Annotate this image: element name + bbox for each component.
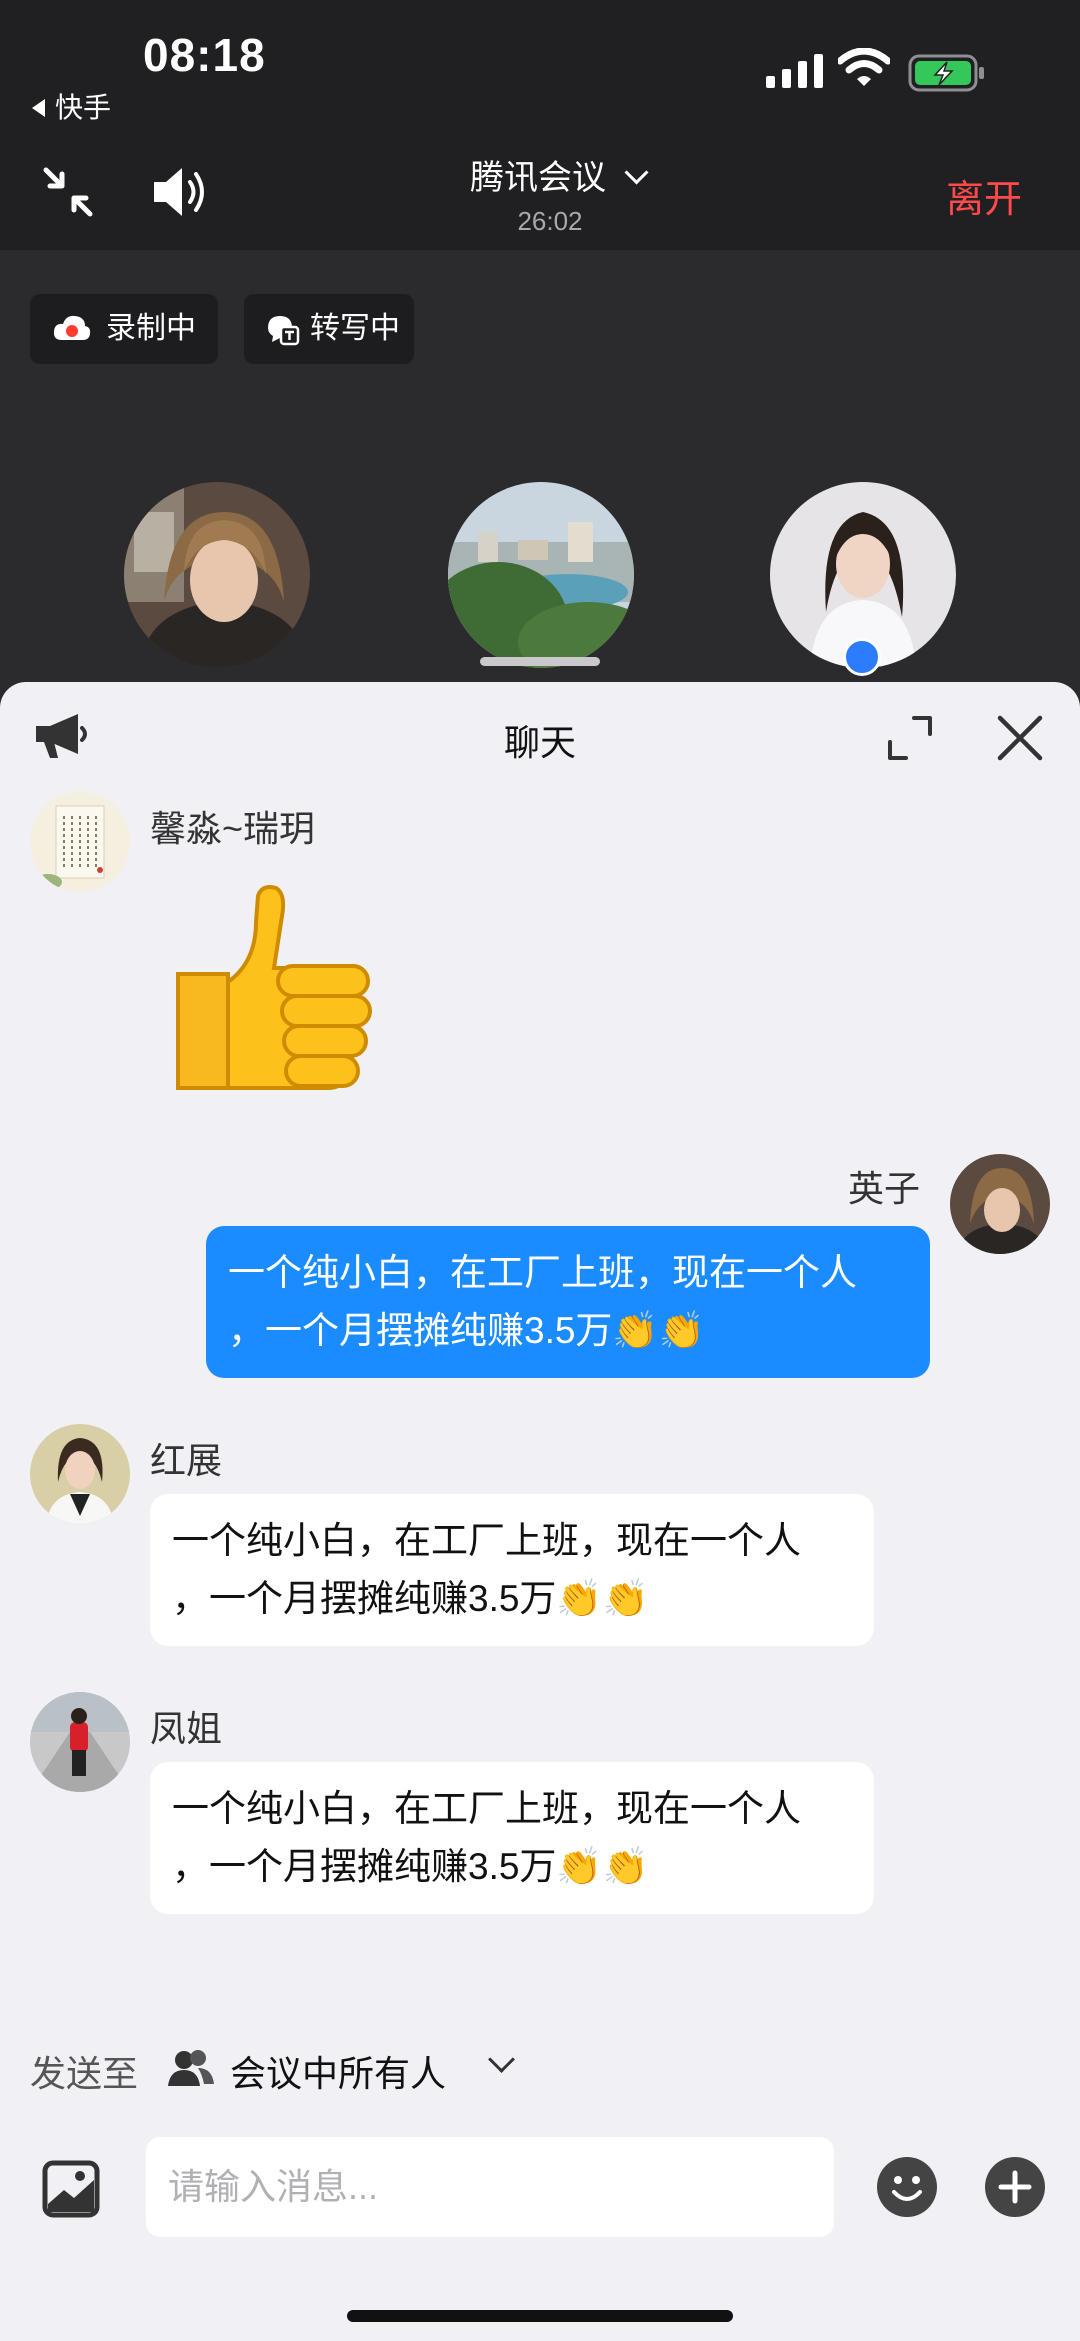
image-picker-icon[interactable] — [42, 2160, 100, 2218]
expand-icon[interactable] — [884, 712, 936, 764]
chat-message-bubble[interactable]: 一个纯小白，在工厂上班，现在一个人 ，一个月摆摊纯赚3.5万👏👏 — [150, 1494, 874, 1646]
chat-message-bubble[interactable]: 一个纯小白，在工厂上班，现在一个人 ，一个月摆摊纯赚3.5万👏👏 — [206, 1226, 930, 1378]
send-target-dropdown[interactable]: 会议中所有人 — [230, 2045, 446, 2097]
back-app-label: 快手 — [55, 92, 112, 123]
sender-name: 凤姐 — [150, 1708, 223, 1749]
transcription-label: 转写中 — [310, 312, 400, 345]
home-indicator[interactable] — [347, 2310, 733, 2322]
sender-avatar[interactable] — [950, 1154, 1050, 1254]
status-bar: 08:18 快手 — [0, 0, 1080, 140]
message-text-line: ，一个月摆摊纯赚3.5万👏👏 — [228, 1310, 705, 1351]
drag-handle[interactable] — [480, 657, 600, 666]
meeting-header: 腾讯会议 26:02 离开 — [0, 140, 1080, 250]
status-time: 08:18 — [143, 29, 266, 81]
transcription-chip[interactable]: 转写中 — [244, 294, 414, 364]
message-text-line: ，一个月摆摊纯赚3.5万👏👏 — [172, 1578, 649, 1619]
meeting-title-dropdown[interactable]: 腾讯会议 — [470, 150, 649, 199]
message-text-line: 一个纯小白，在工厂上班，现在一个人 — [228, 1252, 857, 1293]
wifi-icon — [838, 48, 890, 86]
sender-name: 英子 — [848, 1168, 921, 1209]
close-icon[interactable] — [994, 712, 1046, 764]
chevron-down-icon — [624, 160, 649, 185]
message-text-line: ，一个月摆摊纯赚3.5万👏👏 — [172, 1846, 649, 1887]
sender-avatar[interactable] — [30, 1692, 130, 1792]
recording-chip[interactable]: 录制中 — [30, 294, 218, 364]
chat-header: 聊天 — [0, 682, 1080, 792]
sender-avatar[interactable] — [30, 792, 130, 892]
thumbs-up-icon — [176, 885, 372, 1090]
send-to-label: 发送至 — [30, 2053, 139, 2094]
participant-avatar[interactable] — [124, 482, 310, 668]
back-arrow-icon — [32, 98, 45, 117]
message-text-line: 一个纯小白，在工厂上班，现在一个人 — [172, 1788, 801, 1829]
message-text-line: 一个纯小白，在工厂上班，现在一个人 — [172, 1520, 801, 1561]
participants-icon — [168, 2050, 214, 2086]
message-input[interactable] — [146, 2137, 834, 2237]
meeting-title: 腾讯会议 — [470, 159, 606, 197]
host-user-icon — [843, 638, 881, 676]
add-icon[interactable] — [984, 2156, 1046, 2218]
leave-button[interactable]: 离开 — [946, 168, 1022, 223]
back-to-app-link[interactable]: 快手 — [32, 86, 111, 126]
sender-name: 红展 — [150, 1440, 223, 1481]
recording-label: 录制中 — [106, 312, 196, 345]
battery-charging-icon — [908, 54, 984, 92]
chevron-down-icon[interactable] — [488, 2046, 515, 2073]
sender-name: 馨淼~瑞玥 — [150, 808, 316, 849]
meeting-elapsed-time: 26:02 — [517, 206, 583, 236]
chat-message-bubble[interactable]: 一个纯小白，在工厂上班，现在一个人 ，一个月摆摊纯赚3.5万👏👏 — [150, 1762, 874, 1914]
cellular-signal-icon — [766, 54, 823, 88]
participant-avatar[interactable] — [448, 482, 634, 668]
transcribe-icon — [268, 316, 300, 346]
emoji-icon[interactable] — [876, 2156, 938, 2218]
cloud-record-icon — [53, 315, 91, 340]
chat-panel: 聊天 馨淼~瑞玥 英子 一个纯小白，在工厂上班，现在一个人 ，一个月摆摊纯赚3.… — [0, 682, 1080, 2341]
sender-avatar[interactable] — [30, 1424, 130, 1524]
